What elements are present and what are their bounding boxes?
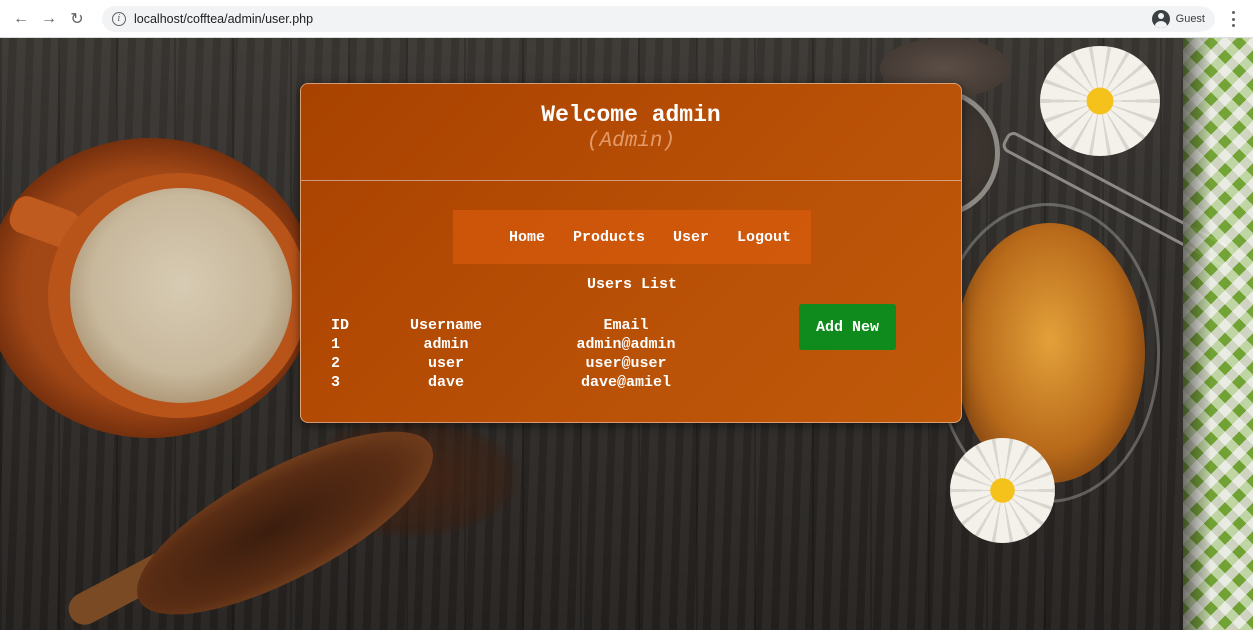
nav-products-link[interactable]: Products — [573, 229, 645, 246]
cell-username: user — [427, 355, 464, 372]
cell-id: 2 — [331, 355, 341, 372]
nav-home-link[interactable]: Home — [509, 229, 545, 246]
main-nav: Home Products User Logout — [453, 210, 811, 264]
users-list-title: Users List — [586, 276, 677, 293]
back-arrow-icon[interactable]: ← — [10, 8, 32, 30]
cell-id: 1 — [331, 336, 341, 353]
cell-id: 3 — [331, 374, 341, 391]
column-header-id: ID — [331, 317, 350, 334]
reload-icon[interactable]: ↻ — [66, 8, 88, 30]
site-info-icon[interactable]: i — [112, 11, 126, 26]
users-table: ID Username Email 1 admin admin@admin 2 … — [331, 316, 741, 392]
admin-panel: Welcome admin (Admin) Home Products User… — [300, 83, 962, 423]
nav-logout-link[interactable]: Logout — [737, 229, 791, 246]
column-header-email: Email — [603, 317, 649, 334]
table-row: 2 user user@user — [331, 354, 741, 373]
profile-avatar-icon — [1151, 10, 1170, 28]
address-bar[interactable]: i localhost/cofftea/admin/user.php — [102, 5, 1212, 32]
column-header-username: Username — [409, 317, 482, 334]
table-header-row: ID Username Email — [331, 316, 741, 335]
cell-username: dave — [427, 374, 464, 391]
daisy-flower-bottom — [950, 438, 1055, 543]
cell-username: admin — [423, 336, 469, 353]
cell-email: dave@amiel — [580, 374, 671, 391]
nav-user-link[interactable]: User — [673, 229, 709, 246]
panel-header: Welcome admin (Admin) — [301, 84, 961, 181]
cloth-shade — [1183, 38, 1253, 630]
role-label: (Admin) — [586, 130, 676, 153]
table-row: 3 dave dave@amiel — [331, 373, 741, 392]
add-new-button[interactable]: Add New — [799, 304, 896, 350]
profile-label: Guest — [1175, 13, 1205, 25]
cell-email: admin@admin — [576, 336, 676, 353]
daisy-flower-top — [1040, 46, 1160, 156]
cell-email: user@user — [585, 355, 667, 372]
browser-toolbar: ← → ↻ i localhost/cofftea/admin/user.php… — [0, 0, 1253, 38]
welcome-title: Welcome admin — [541, 102, 721, 128]
browser-menu-icon[interactable] — [1225, 9, 1241, 29]
profile-button[interactable]: Guest — [1147, 7, 1215, 31]
table-row: 1 admin admin@admin — [331, 335, 741, 354]
coffee-surface — [70, 188, 292, 403]
forward-arrow-icon[interactable]: → — [38, 8, 60, 30]
address-url: localhost/cofftea/admin/user.php — [134, 11, 314, 26]
